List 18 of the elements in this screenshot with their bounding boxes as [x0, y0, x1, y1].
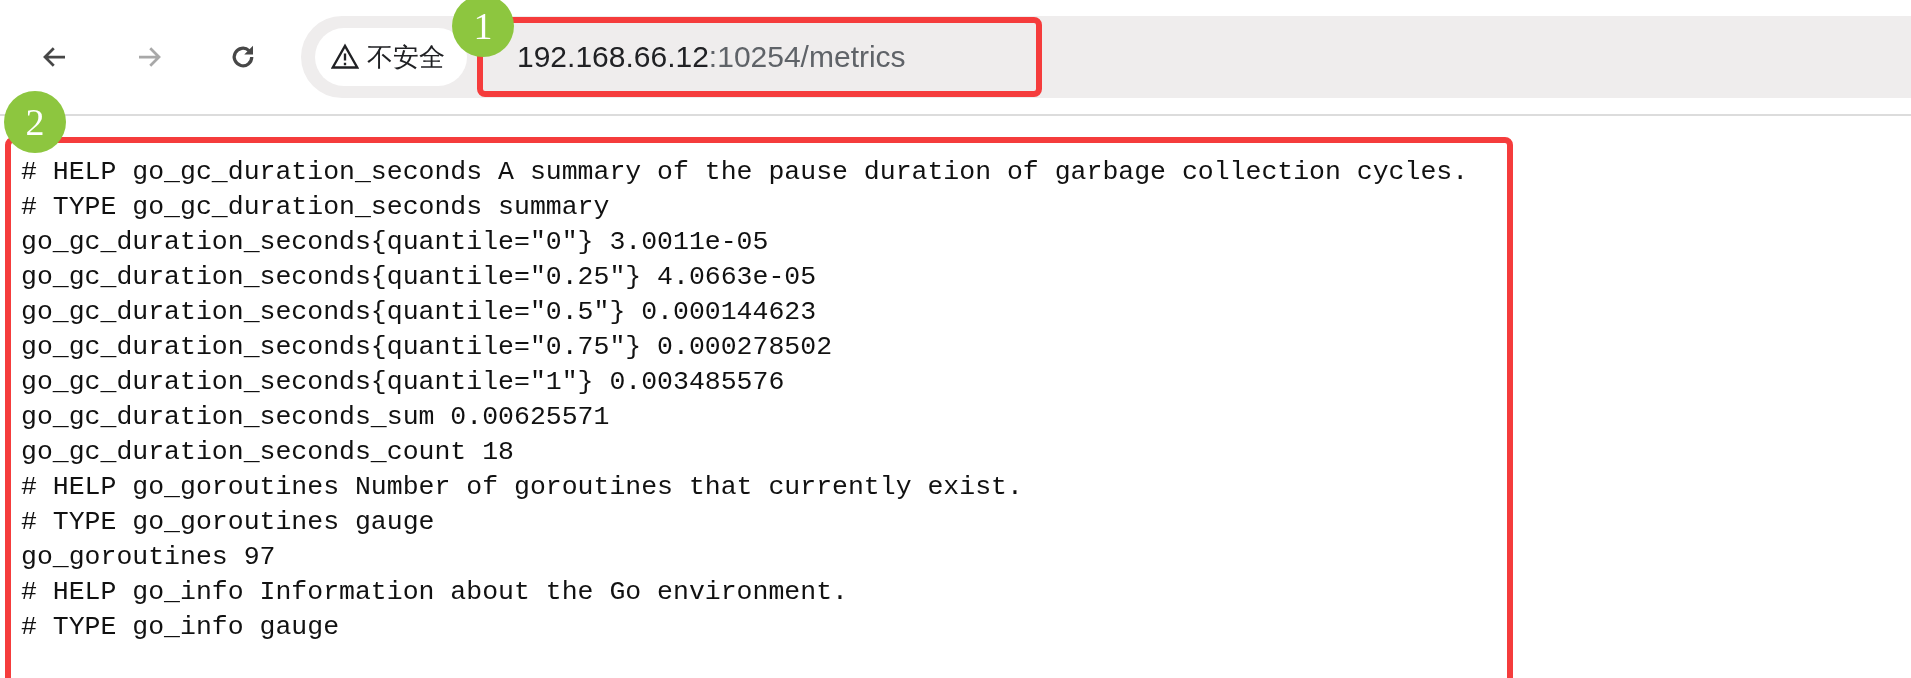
metrics-line: # TYPE go_info gauge: [21, 611, 341, 644]
metrics-line: go_gc_duration_seconds_sum 0.00625571: [21, 401, 611, 434]
metrics-line: # HELP go_info Information about the Go environment.: [21, 576, 849, 609]
metrics-line: # TYPE go_goroutines gauge: [21, 506, 436, 539]
number-badge: 2: [4, 91, 66, 153]
metrics-line: # HELP go_goroutines Number of goroutines that currently exist.: [21, 471, 1024, 504]
warning-icon: [331, 43, 359, 71]
metrics-line: go_gc_duration_seconds{quantile="0.25"} 4.0663e-05: [21, 261, 818, 294]
metrics-line: go_gc_duration_seconds_count 18: [21, 436, 515, 469]
metrics-line: go_gc_duration_seconds{quantile="0"} 3.0011e-05: [21, 226, 770, 259]
metrics-line: # TYPE go_gc_duration_seconds summary: [21, 191, 611, 224]
metrics-line: go_gc_duration_seconds{quantile="0.5"} 0.000144623: [21, 296, 818, 329]
metrics-line: go_gc_duration_seconds{quantile="0.75"} 0.000278502: [21, 331, 834, 364]
metrics-line: # HELP go_gc_duration_seconds A summary of the pause duration of garbage collection cycles.: [21, 156, 1470, 189]
security-chip[interactable]: 不安全: [315, 28, 467, 86]
metrics-line: go_gc_duration_seconds{quantile="1"} 0.003485576: [21, 366, 786, 399]
metrics-line: go_goroutines 97: [21, 541, 277, 574]
url-text[interactable]: 192.168.66.12:10254/metrics: [517, 40, 906, 74]
